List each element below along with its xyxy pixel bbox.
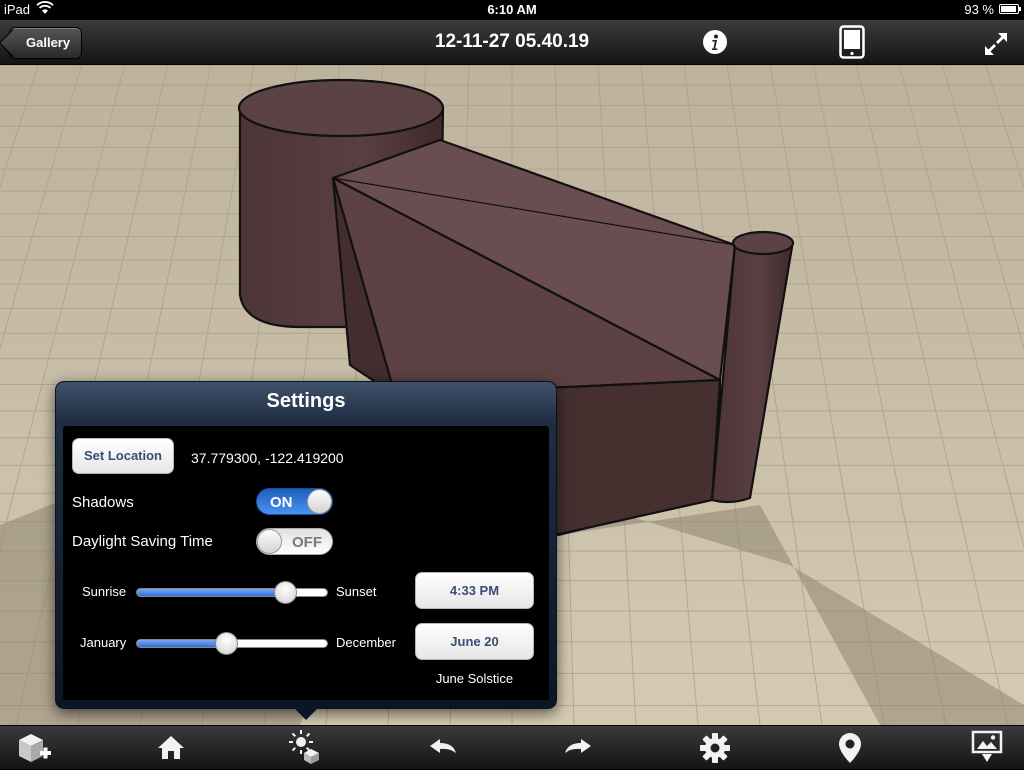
location-pin-icon[interactable] bbox=[838, 732, 862, 769]
bottom-toolbar bbox=[0, 725, 1024, 769]
home-icon[interactable] bbox=[156, 734, 186, 765]
date-slider-max-label: December bbox=[336, 635, 396, 650]
device-icon[interactable] bbox=[839, 25, 865, 64]
slider-fill bbox=[137, 589, 285, 596]
status-bar: iPad 6:10 AM 93 % bbox=[0, 0, 1024, 20]
info-icon[interactable] bbox=[702, 29, 728, 60]
battery-icon bbox=[999, 4, 1019, 14]
settings-panel: Set Location 37.779300, -122.419200 Shad… bbox=[63, 426, 549, 700]
popover-arrow bbox=[292, 706, 320, 720]
time-slider-max-label: Sunset bbox=[336, 584, 376, 599]
page-title: 12-11-27 05.40.19 bbox=[0, 20, 1024, 64]
toggle-state-text: ON bbox=[270, 494, 293, 511]
date-slider[interactable] bbox=[136, 639, 328, 648]
toggle-state-text: OFF bbox=[292, 534, 322, 551]
dst-toggle[interactable]: OFF bbox=[256, 528, 333, 555]
shadows-label: Shadows bbox=[72, 494, 134, 511]
slider-thumb[interactable] bbox=[215, 632, 238, 655]
fullscreen-icon[interactable] bbox=[983, 31, 1009, 62]
settings-popover: Settings Set Location 37.779300, -122.41… bbox=[55, 381, 557, 709]
time-slider-min-label: Sunrise bbox=[82, 584, 126, 599]
coordinates-text: 37.779300, -122.419200 bbox=[191, 450, 344, 466]
time-value-button[interactable]: 4:33 PM bbox=[415, 572, 534, 609]
date-slider-min-label: January bbox=[80, 635, 126, 650]
toggle-knob bbox=[307, 489, 332, 514]
set-location-button[interactable]: Set Location bbox=[72, 438, 174, 474]
date-value-button[interactable]: June 20 bbox=[415, 623, 534, 660]
clock: 6:10 AM bbox=[0, 2, 1024, 17]
date-note: June Solstice bbox=[415, 671, 534, 686]
navigation-bar: Gallery 12-11-27 05.40.19 bbox=[0, 20, 1024, 65]
gallery-back-button[interactable]: Gallery bbox=[9, 27, 82, 59]
shadows-toggle[interactable]: ON bbox=[256, 488, 333, 515]
popover-title: Settings bbox=[56, 390, 556, 413]
add-model-icon[interactable] bbox=[16, 731, 52, 770]
slider-fill bbox=[137, 640, 226, 647]
slider-thumb[interactable] bbox=[274, 581, 297, 604]
toggle-knob bbox=[257, 529, 282, 554]
gear-icon[interactable] bbox=[699, 732, 731, 769]
dst-label: Daylight Saving Time bbox=[72, 533, 213, 550]
redo-icon[interactable] bbox=[563, 737, 593, 762]
time-of-day-slider[interactable] bbox=[136, 588, 328, 597]
undo-icon[interactable] bbox=[428, 737, 458, 762]
export-image-icon[interactable] bbox=[971, 730, 1003, 769]
sun-settings-icon[interactable] bbox=[288, 729, 322, 770]
battery-percent: 93 % bbox=[964, 2, 994, 17]
